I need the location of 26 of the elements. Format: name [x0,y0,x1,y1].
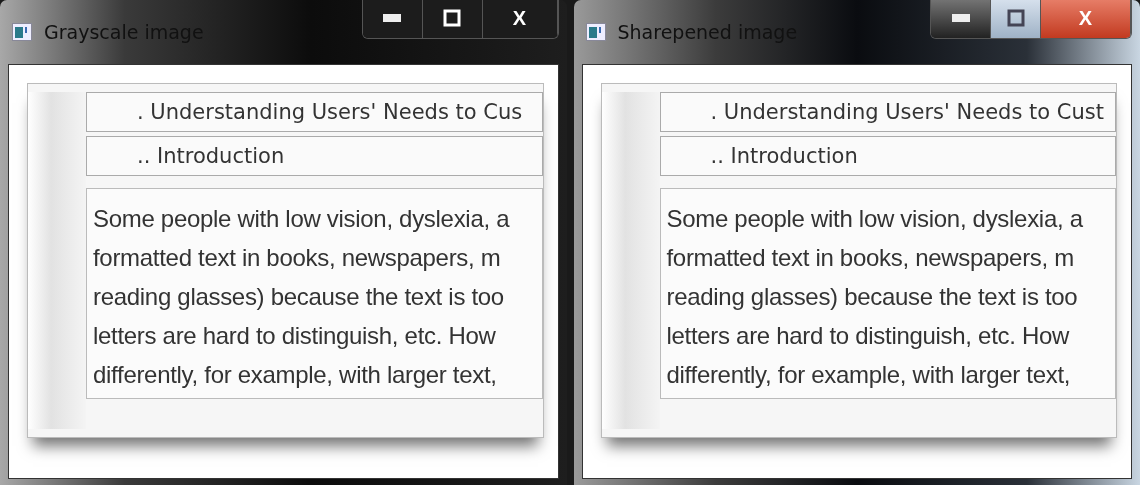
heading-text: .. Introduction [710,144,858,168]
maximize-button[interactable] [991,0,1041,38]
paragraph-line: differently, for example, with larger text, [93,360,498,390]
app-icon [12,23,32,41]
paragraph-line: formatted text in books, newspapers, m [93,243,502,273]
heading-text: . Understanding Users' Needs to Cus [137,100,523,124]
heading-text: .. Introduction [137,144,285,168]
paragraph-line: differently, for example, with larger text, [666,360,1072,390]
paragraph-line: letters are hard to distinguish, etc. How [666,321,1071,351]
paragraph-line: reading glasses) because the text is too [666,282,1079,312]
minimize-button[interactable] [362,0,423,38]
minimize-icon [951,14,970,22]
paragraph-line: reading glasses) because the text is too [93,282,505,312]
paragraph-line: Some people with low vision, dyslexia, a [93,204,511,234]
paragraph-line: Some people with low vision, dyslexia, a [666,204,1084,234]
paragraph-line: formatted text in books, newspapers, m [666,243,1075,273]
maximize-icon [443,9,461,27]
paragraph-line: letters are hard to distinguish, etc. How [93,321,497,351]
close-button[interactable]: X [482,0,558,38]
maximize-icon [1006,9,1025,27]
close-button[interactable]: X [1041,0,1131,38]
minimize-button[interactable] [931,0,991,38]
app-icon [585,23,606,41]
maximize-button[interactable] [422,0,483,38]
minimize-icon [383,14,401,22]
heading-text: . Understanding Users' Needs to Cust [710,100,1104,124]
